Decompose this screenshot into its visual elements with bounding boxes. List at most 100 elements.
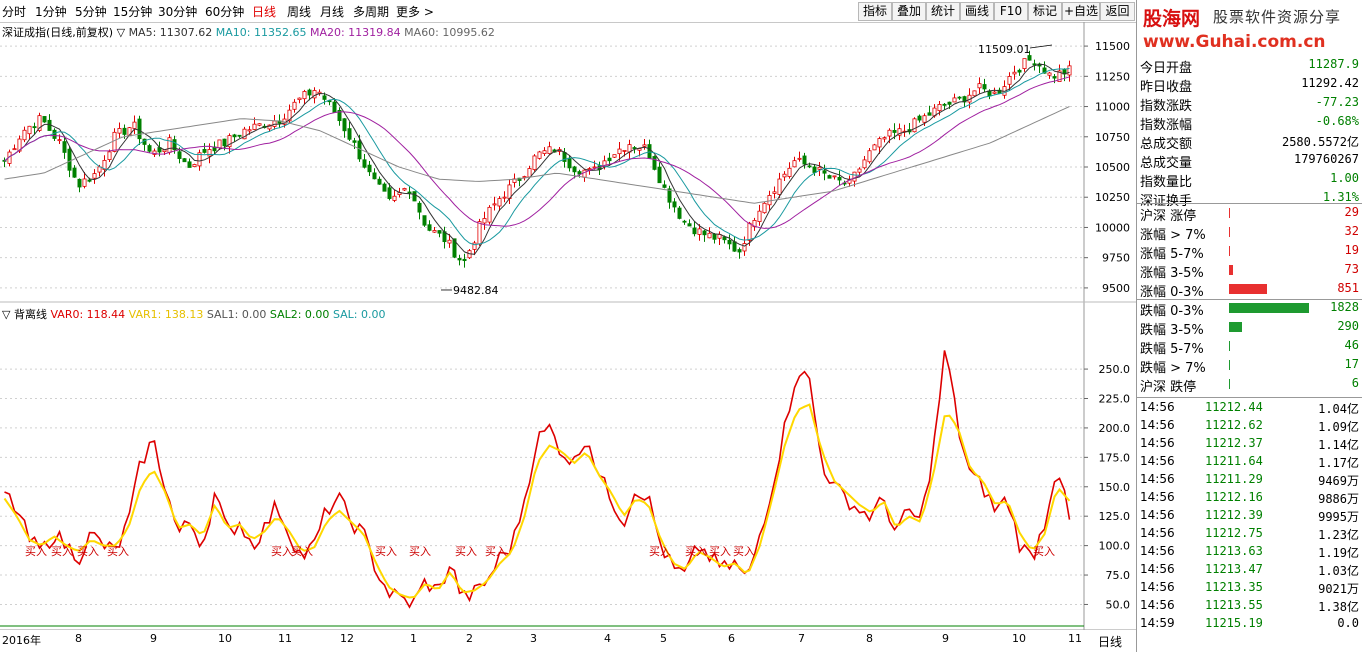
period-60min[interactable]: 60分钟 (205, 3, 244, 20)
breadth-value: 19 (1344, 243, 1359, 257)
breadth-value: 32 (1344, 224, 1359, 238)
period-more[interactable]: 更多 > (396, 3, 434, 20)
f10-button[interactable]: F10 (994, 2, 1028, 21)
tick-row[interactable]: 14:56 11212.39 9995万 (1137, 507, 1362, 525)
candle-body (407, 191, 412, 194)
chart-area[interactable]: 买入 买入 买入 买入 买入 买入 买入 买入 买入 买入 买入 买入 买入 买入 买入 11500 1125… (0, 22, 1136, 652)
candle-body (712, 233, 717, 240)
tick-time: 14:56 (1140, 598, 1175, 612)
candle-body (412, 191, 417, 202)
tick-price: 11211.29 (1205, 472, 1263, 486)
draw-button[interactable]: 画线 (960, 2, 994, 21)
tick-row[interactable]: 14:56 11212.16 9886万 (1137, 489, 1362, 507)
tick-row[interactable]: 14:56 11212.75 1.23亿 (1137, 525, 1362, 543)
tick-time: 14:56 (1140, 490, 1175, 504)
indicator-axis-label: 225.0 (1099, 393, 1131, 406)
month-label: 8 (866, 632, 873, 645)
breadth-value: 6 (1351, 376, 1359, 390)
back-button[interactable]: 返回 (1100, 2, 1135, 21)
ma5-label: MA5: 11307.62 (128, 26, 213, 39)
bottom-period-label: 日线 (1098, 635, 1123, 649)
period-5min[interactable]: 5分钟 (75, 3, 107, 20)
candle-body (1012, 71, 1017, 75)
candle-body (957, 96, 962, 99)
tick-volume: 1.19亿 (1318, 546, 1359, 560)
breadth-row: 涨幅 > 7% 32 (1137, 223, 1362, 243)
period-multi[interactable]: 多周期 (353, 3, 389, 20)
candle-body (322, 95, 327, 100)
mark-button[interactable]: 标记 (1028, 2, 1062, 21)
tick-row[interactable]: 14:56 11213.55 1.38亿 (1137, 597, 1362, 615)
candle-body (647, 144, 652, 159)
stat-row: 总成交量 179760267 (1137, 151, 1362, 171)
candle-body (377, 178, 382, 185)
tick-row[interactable]: 14:59 11215.19 0.0 (1137, 615, 1362, 633)
breadth-label: 涨幅 3-5% (1140, 266, 1204, 281)
tick-row[interactable]: 14:56 11213.63 1.19亿 (1137, 543, 1362, 561)
candle-body (432, 230, 437, 233)
candle-body (137, 118, 142, 140)
tick-row[interactable]: 14:56 11213.35 9021万 (1137, 579, 1362, 597)
period-30min[interactable]: 30分钟 (158, 3, 197, 20)
candle-body (687, 223, 692, 227)
legend-toggle-icon[interactable]: ▽ (117, 26, 125, 39)
tick-price: 11212.62 (1205, 418, 1263, 432)
tick-row[interactable]: 14:56 11212.37 1.14亿 (1137, 435, 1362, 453)
stat-value: 2580.5572亿 (1281, 135, 1359, 149)
right-info-panel: 股海网 股票软件资源分享 www.Guhai.com.cn 今日开盘 11287.… (1136, 0, 1362, 652)
candle-body (777, 178, 782, 195)
candle-body (657, 166, 662, 184)
candle-body (857, 168, 862, 173)
period-monthly[interactable]: 月线 (320, 3, 344, 20)
candle-body (852, 171, 857, 182)
tick-volume: 1.09亿 (1318, 420, 1359, 434)
period-1min[interactable]: 1分钟 (35, 3, 67, 20)
tick-row[interactable]: 14:56 11211.64 1.17亿 (1137, 453, 1362, 471)
breadth-value: 290 (1337, 319, 1359, 333)
candle-body (207, 149, 212, 157)
period-weekly[interactable]: 周线 (287, 3, 311, 20)
add-watchlist-button[interactable]: +自选 (1062, 2, 1100, 21)
candle-body (527, 168, 532, 178)
tick-price: 11212.44 (1205, 400, 1263, 414)
overlay-button[interactable]: 叠加 (892, 2, 926, 21)
candle-body (67, 148, 72, 171)
main-axis-label: 11000 (1095, 101, 1130, 114)
candle-body (1017, 69, 1022, 73)
candle-body (947, 101, 952, 105)
breadth-bar (1229, 360, 1230, 370)
breadth-row: 跌幅 3-5% 290 (1137, 318, 1362, 338)
site-banner: 股海网 股票软件资源分享 www.Guhai.com.cn (1137, 0, 1362, 56)
breadth-row: 涨幅 5-7% 19 (1137, 242, 1362, 262)
candle-body (692, 227, 697, 235)
candle-body (892, 130, 897, 133)
breadth-bar (1229, 322, 1242, 332)
chart-svg[interactable]: 买入 买入 买入 买入 买入买入 买入 买入 买入 买入 买入 买入 买入 买入 买入 115001125… (0, 22, 1136, 652)
candle-body (417, 202, 422, 213)
breadth-value: 46 (1344, 338, 1359, 352)
candle-body (1027, 55, 1032, 61)
tick-row[interactable]: 14:56 11212.44 1.04亿 (1137, 399, 1362, 417)
tick-time: 14:56 (1140, 526, 1175, 540)
stats-button[interactable]: 统计 (926, 2, 960, 21)
candle-body (697, 228, 702, 235)
period-15min[interactable]: 15分钟 (113, 3, 152, 20)
ma5-line (4, 63, 1070, 255)
tick-row[interactable]: 14:56 11212.62 1.09亿 (1137, 417, 1362, 435)
tick-row[interactable]: 14:56 11213.47 1.03亿 (1137, 561, 1362, 579)
ma10-label: MA10: 11352.65 (215, 26, 307, 39)
period-fenshi[interactable]: 分时 (2, 3, 26, 20)
time-axis (0, 630, 1136, 652)
indicator-toggle-icon[interactable]: ▽ (2, 308, 10, 321)
candle-body (882, 137, 887, 140)
indicator-button[interactable]: 指标 (858, 2, 892, 21)
candle-body (387, 187, 392, 199)
breadth-bar (1229, 227, 1230, 237)
stat-label: 今日开盘 (1140, 61, 1193, 76)
tick-price: 11215.19 (1205, 616, 1263, 630)
tick-volume: 9995万 (1318, 510, 1359, 524)
candle-body (72, 167, 77, 178)
ma60-label: MA60: 10995.62 (404, 26, 495, 39)
period-daily[interactable]: 日线 (252, 3, 276, 20)
tick-row[interactable]: 14:56 11211.29 9469万 (1137, 471, 1362, 489)
